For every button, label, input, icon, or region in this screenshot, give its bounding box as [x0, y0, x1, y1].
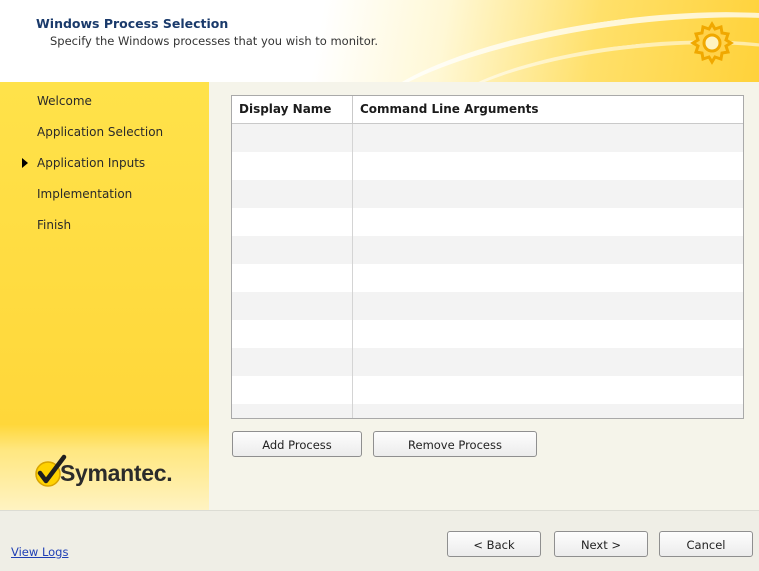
step-finish: Finish — [0, 218, 209, 249]
step-list: Welcome Application Selection Applicatio… — [0, 94, 209, 249]
step-label: Implementation — [37, 187, 133, 201]
table-row — [232, 124, 743, 152]
table-body — [232, 124, 743, 418]
table-row — [232, 292, 743, 320]
table-cell — [232, 348, 353, 376]
table-cell — [232, 152, 353, 180]
table-row — [232, 180, 743, 208]
page-title: Windows Process Selection — [36, 16, 229, 31]
table-cell — [232, 208, 353, 236]
step-implementation: Implementation — [0, 187, 209, 218]
cancel-button[interactable]: Cancel — [659, 531, 753, 557]
table-cell — [353, 208, 743, 236]
step-label: Finish — [37, 218, 72, 232]
table-cell — [232, 124, 353, 152]
view-logs-link[interactable]: View Logs — [11, 545, 68, 559]
page-subtitle: Specify the Windows processes that you w… — [50, 34, 379, 48]
table-row — [232, 348, 743, 376]
table-cell — [353, 404, 743, 418]
table-cell — [353, 320, 743, 348]
table-cell — [353, 348, 743, 376]
logo-text: Symantec. — [60, 460, 173, 486]
step-application-inputs: Application Inputs — [0, 156, 209, 187]
table-cell — [353, 264, 743, 292]
symantec-logo: Symantec. — [34, 452, 174, 496]
column-header-display-name[interactable]: Display Name — [232, 96, 353, 123]
process-table[interactable]: Display Name Command Line Arguments — [231, 95, 744, 419]
table-cell — [232, 180, 353, 208]
next-button[interactable]: Next > — [554, 531, 648, 557]
table-cell — [232, 320, 353, 348]
table-row — [232, 320, 743, 348]
table-cell — [353, 236, 743, 264]
step-label: Welcome — [37, 94, 92, 108]
table-cell — [232, 264, 353, 292]
add-process-button[interactable]: Add Process — [232, 431, 362, 457]
table-cell — [232, 376, 353, 404]
table-cell — [353, 180, 743, 208]
wizard-header: Windows Process Selection Specify the Wi… — [0, 0, 759, 82]
step-label: Application Selection — [37, 125, 164, 139]
table-cell — [353, 292, 743, 320]
wizard-footer: View Logs < Back Next > Cancel — [0, 510, 759, 571]
table-cell — [232, 292, 353, 320]
table-row — [232, 404, 743, 418]
gear-icon — [690, 21, 734, 65]
step-application-selection: Application Selection — [0, 125, 209, 156]
back-button[interactable]: < Back — [447, 531, 541, 557]
table-row — [232, 376, 743, 404]
table-row — [232, 264, 743, 292]
remove-process-button[interactable]: Remove Process — [373, 431, 537, 457]
step-label: Application Inputs — [37, 156, 146, 170]
table-row — [232, 236, 743, 264]
table-header: Display Name Command Line Arguments — [232, 96, 743, 124]
main-content: Display Name Command Line Arguments Add … — [209, 82, 759, 510]
wizard-steps-sidebar: Welcome Application Selection Applicatio… — [0, 82, 209, 510]
table-cell — [232, 404, 353, 418]
table-row — [232, 208, 743, 236]
column-header-command-line-arguments[interactable]: Command Line Arguments — [353, 96, 743, 123]
table-cell — [232, 236, 353, 264]
table-cell — [353, 124, 743, 152]
table-cell — [353, 152, 743, 180]
current-step-arrow-icon — [22, 158, 28, 168]
table-cell — [353, 376, 743, 404]
step-welcome: Welcome — [0, 94, 209, 125]
table-row — [232, 152, 743, 180]
